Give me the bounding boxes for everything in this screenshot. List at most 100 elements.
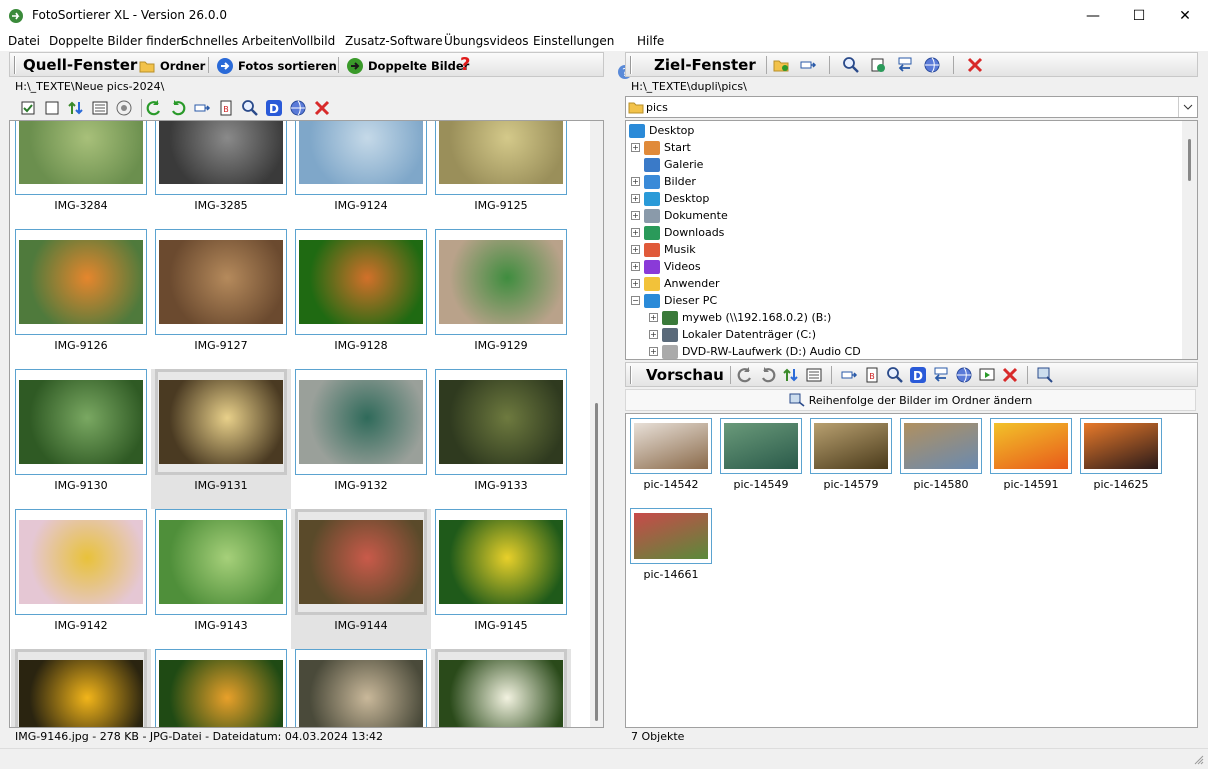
preview-frame[interactable] (1080, 418, 1162, 474)
preview-thumbnail[interactable]: pic-14591 (990, 418, 1072, 508)
zoom-image-icon[interactable] (1036, 366, 1054, 384)
tree-scroll-thumb[interactable] (1188, 139, 1191, 181)
preview-frame[interactable] (720, 418, 802, 474)
preview-frame[interactable] (900, 418, 982, 474)
preview-frame[interactable] (810, 418, 892, 474)
thumbnail-frame[interactable] (155, 369, 287, 475)
tree-expander-icon[interactable]: + (631, 194, 640, 203)
thumbnail-frame[interactable] (155, 509, 287, 615)
tree-item[interactable]: + Lokaler Datenträger (C:) (649, 326, 816, 343)
reorder-button[interactable]: Reihenfolge der Bilder im Ordner ändern (625, 389, 1196, 411)
tree-scrollbar[interactable] (1182, 121, 1197, 359)
thumbnail-frame[interactable] (435, 229, 567, 335)
search-icon[interactable] (241, 99, 259, 117)
thumbnail-frame[interactable] (435, 369, 567, 475)
thumbnail-frame[interactable] (155, 121, 287, 195)
preview-thumbnail[interactable]: pic-14542 (630, 418, 712, 508)
source-thumbnail[interactable]: IMG-9132 (291, 369, 431, 509)
delete-preview-icon[interactable] (1001, 366, 1019, 384)
tree-item[interactable]: + Downloads (631, 224, 724, 241)
rotate-right-preview-icon[interactable] (759, 366, 777, 384)
preview-frame[interactable] (990, 418, 1072, 474)
thumbnail-frame[interactable] (15, 369, 147, 475)
audio-icon[interactable] (115, 99, 133, 117)
tree-item[interactable]: − Dieser PC (631, 292, 717, 309)
source-scroll-thumb[interactable] (595, 403, 598, 721)
details-preview-icon[interactable]: D (909, 366, 927, 384)
thumbnail-frame[interactable] (295, 229, 427, 335)
tree-item[interactable]: + Dokumente (631, 207, 728, 224)
thumbnail-frame[interactable] (435, 649, 567, 727)
menu-einstellungen[interactable]: Einstellungen (533, 34, 614, 48)
source-thumbnail[interactable]: IMG-9124 (291, 121, 431, 229)
preview-frame[interactable] (630, 418, 712, 474)
rotate-right-icon[interactable] (169, 99, 187, 117)
tree-expander-icon[interactable]: + (649, 313, 658, 322)
tree-item[interactable]: + myweb (\\192.168.0.2) (B:) (649, 309, 831, 326)
tree-expander-icon[interactable]: − (631, 296, 640, 305)
list-view-icon[interactable] (91, 99, 109, 117)
rotate-left-icon[interactable] (145, 99, 163, 117)
globe-icon[interactable] (289, 99, 307, 117)
check-all-icon[interactable] (19, 99, 37, 117)
source-thumbnail[interactable]: IMG-9131 (151, 369, 291, 509)
thumbnail-frame[interactable] (295, 369, 427, 475)
tree-expander-icon[interactable]: + (631, 279, 640, 288)
source-thumbnail[interactable]: IMG-9149 (431, 649, 571, 727)
source-thumbnail[interactable]: IMG-9130 (11, 369, 151, 509)
rotate-left-preview-icon[interactable] (736, 366, 754, 384)
source-thumbnail[interactable]: IMG-9125 (431, 121, 571, 229)
rename-icon[interactable]: B (217, 99, 235, 117)
source-thumbnail[interactable]: IMG-9127 (151, 229, 291, 369)
move-target-icon[interactable] (799, 56, 817, 74)
preview-thumbnail[interactable]: pic-14661 (630, 508, 712, 598)
source-thumbnail[interactable]: IMG-9147 (151, 649, 291, 727)
tree-item[interactable]: Galerie (631, 156, 703, 173)
source-thumbnail[interactable]: IMG-9129 (431, 229, 571, 369)
source-thumbnail[interactable]: IMG-9128 (291, 229, 431, 369)
thumbnail-frame[interactable] (15, 509, 147, 615)
tree-item[interactable]: + Musik (631, 241, 696, 258)
search-target-icon[interactable] (842, 56, 860, 74)
tree-item[interactable]: + DVD-RW-Laufwerk (D:) Audio CD (649, 343, 861, 359)
menu-zusatz-software[interactable]: Zusatz-Software (345, 34, 443, 48)
thumbnail-frame[interactable] (15, 121, 147, 195)
source-thumbnail[interactable]: IMG-9146 (11, 649, 151, 727)
source-thumbnail[interactable]: IMG-9142 (11, 509, 151, 649)
tree-expander-icon[interactable]: + (649, 347, 658, 356)
source-thumbnail[interactable]: IMG-9144 (291, 509, 431, 649)
preview-thumbnail[interactable]: pic-14625 (1080, 418, 1162, 508)
source-thumbnail[interactable]: IMG-3285 (151, 121, 291, 229)
sort-arrows-preview-icon[interactable] (782, 366, 800, 384)
tree-expander-icon[interactable]: + (631, 262, 640, 271)
menu-datei[interactable]: Datei (8, 34, 40, 48)
tree-item[interactable]: + Start (631, 139, 691, 156)
thumbnail-frame[interactable] (15, 649, 147, 727)
thumbnail-frame[interactable] (15, 229, 147, 335)
thumbnail-frame[interactable] (295, 509, 427, 615)
thumbnail-frame[interactable] (295, 649, 427, 727)
preview-thumbnail[interactable]: pic-14549 (720, 418, 802, 508)
thumbnail-frame[interactable] (435, 121, 567, 195)
tree-expander-icon[interactable]: + (631, 211, 640, 220)
duplicates-button[interactable]: Doppelte Bilder (346, 57, 469, 75)
slideshow-icon[interactable] (978, 366, 996, 384)
help-question-icon[interactable]: ? (460, 54, 470, 75)
sort-photos-button[interactable]: Fotos sortieren (216, 57, 337, 75)
tree-expander-icon[interactable]: + (631, 245, 640, 254)
tree-expander-icon[interactable]: + (631, 228, 640, 237)
thumbnail-frame[interactable] (435, 509, 567, 615)
preview-frame[interactable] (630, 508, 712, 564)
tree-expander-icon[interactable]: + (649, 330, 658, 339)
thumbnail-frame[interactable] (155, 229, 287, 335)
source-thumbnail[interactable]: IMG-3284 (11, 121, 151, 229)
preview-thumbnail[interactable]: pic-14579 (810, 418, 892, 508)
menu-schnelles-arbeiten[interactable]: Schnelles Arbeiten (181, 34, 293, 48)
tree-expander-icon[interactable]: + (631, 143, 640, 152)
folder-combobox[interactable]: pics (625, 96, 1198, 118)
minimize-button[interactable]: — (1070, 0, 1116, 31)
details-icon[interactable]: D (265, 99, 283, 117)
resize-grip-icon[interactable] (1194, 755, 1204, 765)
tree-item[interactable]: Desktop (629, 122, 694, 139)
rename-preview-icon[interactable]: B (863, 366, 881, 384)
